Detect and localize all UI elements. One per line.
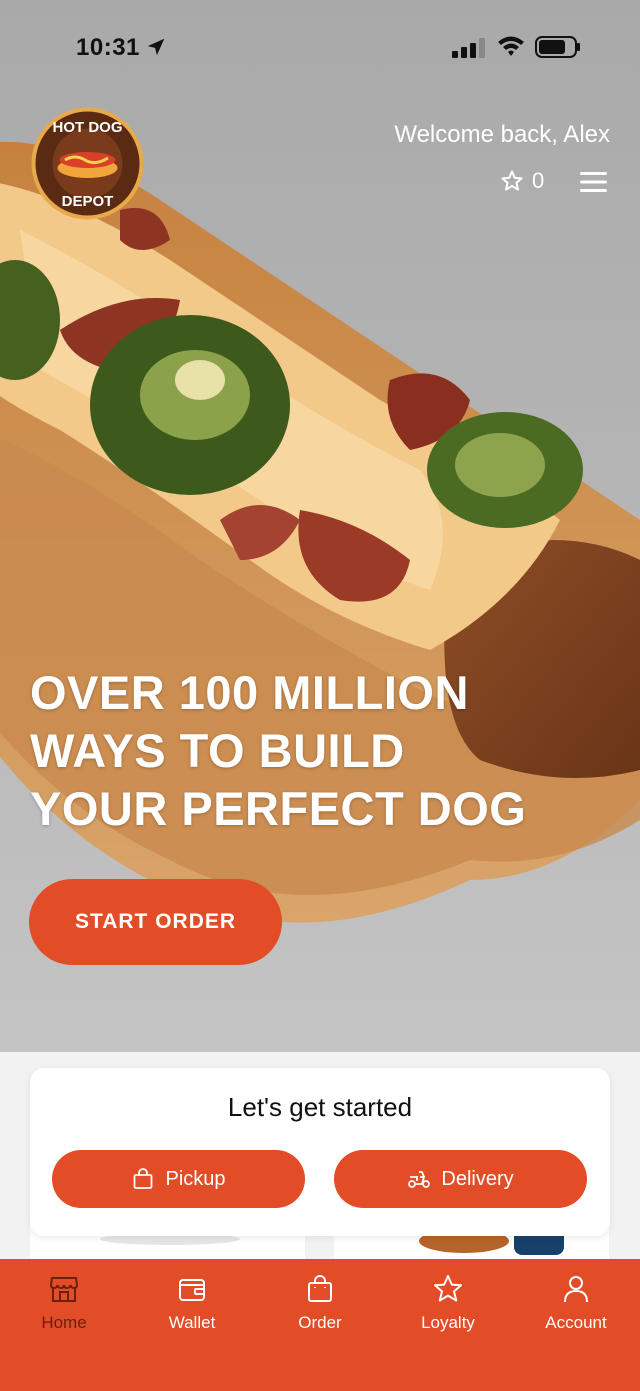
person-icon (564, 1276, 588, 1303)
points-count: 0 (532, 168, 545, 193)
cellular-signal-icon (452, 38, 485, 58)
hero: 10:31 HOT DOG DEPOT Welcome back, Alex 0… (0, 0, 640, 1052)
panel-title: Let's get started (227, 1092, 413, 1122)
nav-label-loyalty: Loyalty (421, 1313, 475, 1332)
star-outline-icon (501, 170, 523, 191)
nav-item-order[interactable]: Order (256, 1273, 384, 1333)
pickup-label: Pickup (165, 1167, 226, 1190)
nav-label-wallet: Wallet (168, 1313, 216, 1332)
nav-label-account: Account (545, 1313, 607, 1332)
shopping-bag-icon (308, 1275, 332, 1302)
nav-item-loyalty[interactable]: Loyalty (384, 1273, 512, 1333)
svg-text:DEPOT: DEPOT (62, 193, 114, 210)
shopping-bag-icon (134, 1168, 153, 1189)
welcome-message: Welcome back, Alex (394, 121, 610, 148)
loyalty-points[interactable]: 0 (500, 168, 544, 194)
delivery-button[interactable]: Delivery (334, 1150, 587, 1208)
pickup-button[interactable]: Pickup (52, 1150, 305, 1208)
nav-label-order: Order (298, 1313, 342, 1332)
get-started-panel: Let's get started Pickup Delivery (30, 1068, 610, 1236)
wifi-icon (498, 36, 524, 56)
start-order-button[interactable]: START ORDER (29, 879, 282, 965)
svg-text:HOT DOG: HOT DOG (53, 119, 123, 136)
wallet-icon (179, 1279, 205, 1301)
hero-headline: OVER 100 MILLION WAYS TO BUILD YOUR PERF… (30, 664, 620, 838)
nav-item-home[interactable]: Home (0, 1273, 128, 1333)
nav-label-home: Home (41, 1313, 87, 1332)
delivery-label: Delivery (441, 1167, 514, 1190)
bottom-nav: Home Wallet Order Loyalty Account (0, 1259, 640, 1391)
scooter-icon (408, 1171, 431, 1188)
status-bar: 10:31 (0, 0, 640, 95)
headline-line-3: YOUR PERFECT DOG (30, 782, 527, 835)
hot-dog-depot-logo[interactable]: HOT DOG DEPOT (30, 106, 145, 221)
headline-line-1: OVER 100 MILLION (30, 666, 469, 719)
headline-line-2: WAYS TO BUILD (30, 724, 405, 777)
nav-item-account[interactable]: Account (512, 1273, 640, 1333)
status-time: 10:31 (76, 34, 140, 61)
battery-icon (535, 36, 580, 58)
location-arrow-icon (147, 38, 165, 56)
store-icon (49, 1277, 79, 1302)
star-icon (434, 1275, 462, 1302)
nav-item-wallet[interactable]: Wallet (128, 1273, 256, 1333)
hamburger-menu-icon[interactable] (580, 171, 607, 193)
